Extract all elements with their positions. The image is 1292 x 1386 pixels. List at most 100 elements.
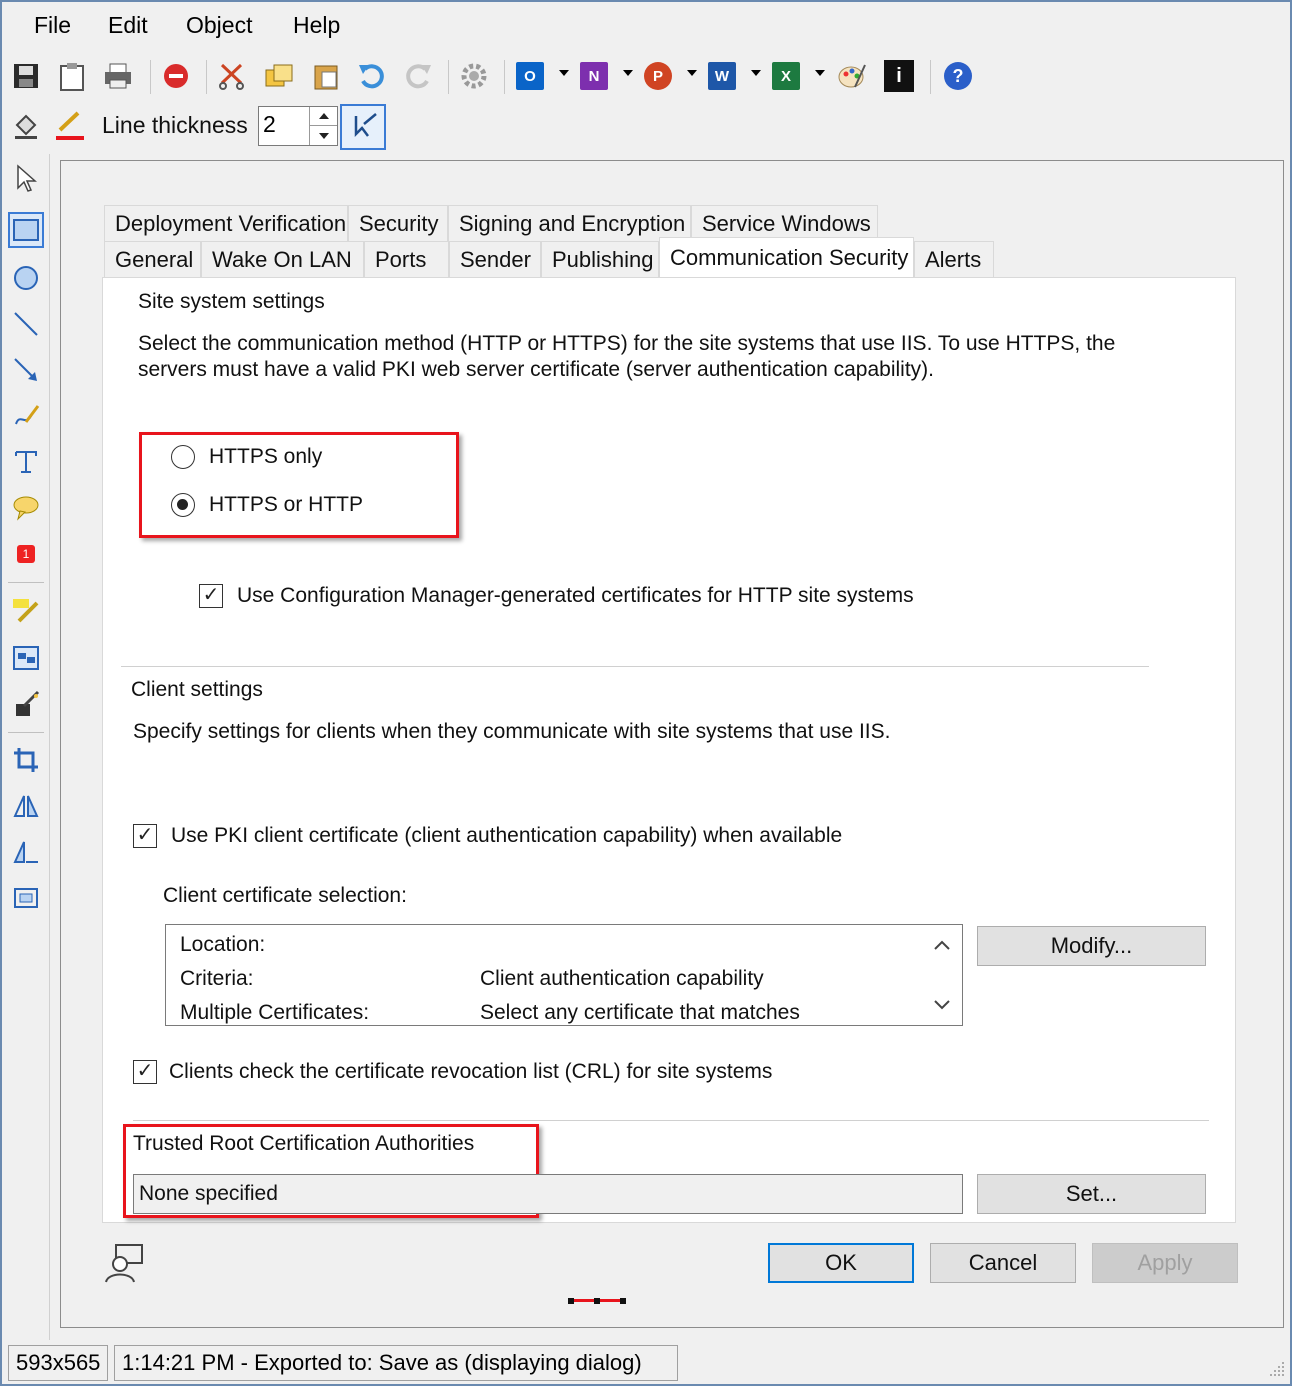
pointer-icon[interactable]: [8, 160, 44, 196]
resize-grip-icon[interactable]: [1266, 1358, 1286, 1378]
trusted-root-value: None specified: [139, 1182, 278, 1205]
user-feedback-icon[interactable]: [102, 1242, 146, 1286]
menu-object[interactable]: Object: [186, 12, 252, 39]
tab-sender[interactable]: Sender: [449, 241, 541, 277]
line-thickness-stepper[interactable]: 2: [258, 106, 338, 146]
tab-service-windows[interactable]: Service Windows: [691, 205, 878, 241]
ellipse-tool-icon[interactable]: [8, 260, 44, 296]
menu-help[interactable]: Help: [293, 12, 340, 39]
checkbox-use-cm-certs[interactable]: ✓: [199, 584, 223, 608]
rotate-tool-icon[interactable]: [8, 788, 44, 824]
outlook-dropdown-icon[interactable]: [559, 70, 569, 76]
radio-https-only-label[interactable]: HTTPS only: [209, 445, 322, 469]
checkbox-use-pki[interactable]: ✓: [133, 824, 157, 848]
tab-communication-security[interactable]: Communication Security: [659, 237, 914, 277]
cancel-button[interactable]: Cancel: [930, 1243, 1076, 1283]
menu-file[interactable]: File: [34, 12, 71, 39]
rectangle-tool-icon[interactable]: [8, 212, 44, 248]
site-system-desc-line2: servers must have a valid PKI web server…: [138, 358, 935, 381]
excel-dropdown-icon[interactable]: [815, 70, 825, 76]
excel-icon[interactable]: X: [770, 60, 802, 92]
apply-button[interactable]: Apply: [1092, 1243, 1238, 1283]
cut-icon[interactable]: [216, 60, 248, 92]
outlook-icon[interactable]: O: [514, 60, 546, 92]
paint-icon[interactable]: [836, 60, 868, 92]
magic-wand-icon[interactable]: [8, 686, 44, 722]
ok-button[interactable]: OK: [768, 1243, 914, 1283]
set-button[interactable]: Set...: [977, 1174, 1206, 1214]
powerpoint-dropdown-icon[interactable]: [687, 70, 697, 76]
tab-alerts[interactable]: Alerts: [914, 241, 994, 277]
radio-https-or-http[interactable]: [171, 493, 195, 517]
section-divider: [121, 666, 1149, 668]
status-message: 1:14:21 PM - Exported to: Save as (displ…: [114, 1345, 678, 1381]
cert-row-multiple-key: Multiple Certificates:: [180, 1001, 370, 1024]
resize-tool-icon[interactable]: [8, 880, 44, 916]
client-settings-heading: Client settings: [131, 678, 263, 701]
line-tool-icon[interactable]: [8, 306, 44, 342]
status-dimensions: 593x565: [8, 1345, 108, 1381]
undo-icon[interactable]: [356, 60, 388, 92]
trusted-root-field[interactable]: None specified: [133, 1174, 963, 1214]
word-icon[interactable]: W: [706, 60, 738, 92]
line-thickness-label: Line thickness: [102, 112, 248, 138]
line-thickness-value[interactable]: 2: [263, 111, 276, 138]
scroll-down-icon[interactable]: [930, 993, 954, 1017]
text-tool-icon[interactable]: [8, 444, 44, 480]
powerpoint-icon[interactable]: P: [642, 60, 674, 92]
speech-bubble-icon[interactable]: [8, 490, 44, 526]
cert-selection-label: Client certificate selection:: [163, 884, 407, 907]
trusted-root-label: Trusted Root Certification Authorities: [133, 1132, 475, 1155]
checkbox-crl[interactable]: ✓: [133, 1060, 157, 1084]
freehand-tool-icon[interactable]: [8, 398, 44, 434]
help-icon[interactable]: ?: [942, 60, 974, 92]
onenote-icon[interactable]: N: [578, 60, 610, 92]
scroll-up-icon[interactable]: [930, 933, 954, 957]
obfuscate-tool-icon[interactable]: [8, 640, 44, 676]
menu-edit[interactable]: Edit: [108, 12, 148, 39]
site-system-desc-line1: Select the communication method (HTTP or…: [138, 332, 1116, 355]
stepper-up-icon[interactable]: [309, 107, 337, 126]
clipboard-icon[interactable]: [56, 60, 88, 92]
smooth-pen-icon[interactable]: [340, 104, 386, 150]
arrow-tool-icon[interactable]: [8, 352, 44, 388]
app-window: File Edit Object Help O N P W X i ? Line…: [0, 0, 1292, 1386]
onenote-dropdown-icon[interactable]: [623, 70, 633, 76]
use-cm-certs-label[interactable]: Use Configuration Manager-generated cert…: [237, 584, 914, 608]
highlight-tool-icon[interactable]: [8, 592, 44, 628]
modify-button[interactable]: Modify...: [977, 926, 1206, 966]
fill-bucket-icon[interactable]: [10, 110, 42, 142]
print-icon[interactable]: [102, 60, 134, 92]
cert-row-multiple-value: Select any certificate that matches: [480, 1001, 800, 1024]
crl-label[interactable]: Clients check the certificate revocation…: [169, 1060, 772, 1084]
tab-signing-and-encryption[interactable]: Signing and Encryption: [448, 205, 691, 241]
line-color-icon[interactable]: [54, 110, 86, 142]
radio-https-only[interactable]: [171, 445, 195, 469]
cert-selection-list[interactable]: Location: Criteria: Client authenticatio…: [165, 924, 963, 1026]
tab-publishing[interactable]: Publishing: [541, 241, 659, 277]
communication-security-panel: Site system settings Select the communic…: [102, 277, 1236, 1223]
site-system-heading: Site system settings: [138, 290, 325, 313]
copy-icon[interactable]: [263, 60, 295, 92]
settings-icon[interactable]: [458, 60, 490, 92]
tab-deployment-verification[interactable]: Deployment Verification: [104, 205, 348, 241]
paste-icon[interactable]: [310, 60, 342, 92]
tab-general[interactable]: General: [104, 241, 201, 277]
counter-tool-icon[interactable]: 1: [8, 536, 44, 572]
flip-tool-icon[interactable]: [8, 834, 44, 870]
cert-row-criteria-key: Criteria:: [180, 967, 254, 990]
word-dropdown-icon[interactable]: [751, 70, 761, 76]
crop-tool-icon[interactable]: [8, 742, 44, 778]
stepper-down-icon[interactable]: [309, 126, 337, 145]
tab-ports[interactable]: Ports: [364, 241, 449, 277]
info-icon[interactable]: i: [884, 60, 914, 92]
tab-security[interactable]: Security: [348, 205, 448, 241]
selection-handle-icon[interactable]: [568, 1298, 628, 1304]
use-pki-label[interactable]: Use PKI client certificate (client authe…: [171, 824, 842, 848]
radio-https-or-http-label[interactable]: HTTPS or HTTP: [209, 493, 363, 517]
left-toolbar: 1: [2, 154, 50, 1340]
save-icon[interactable]: [10, 60, 42, 92]
stop-icon[interactable]: [160, 60, 192, 92]
tab-wake-on-lan[interactable]: Wake On LAN: [201, 241, 364, 277]
redo-icon[interactable]: [402, 60, 434, 92]
